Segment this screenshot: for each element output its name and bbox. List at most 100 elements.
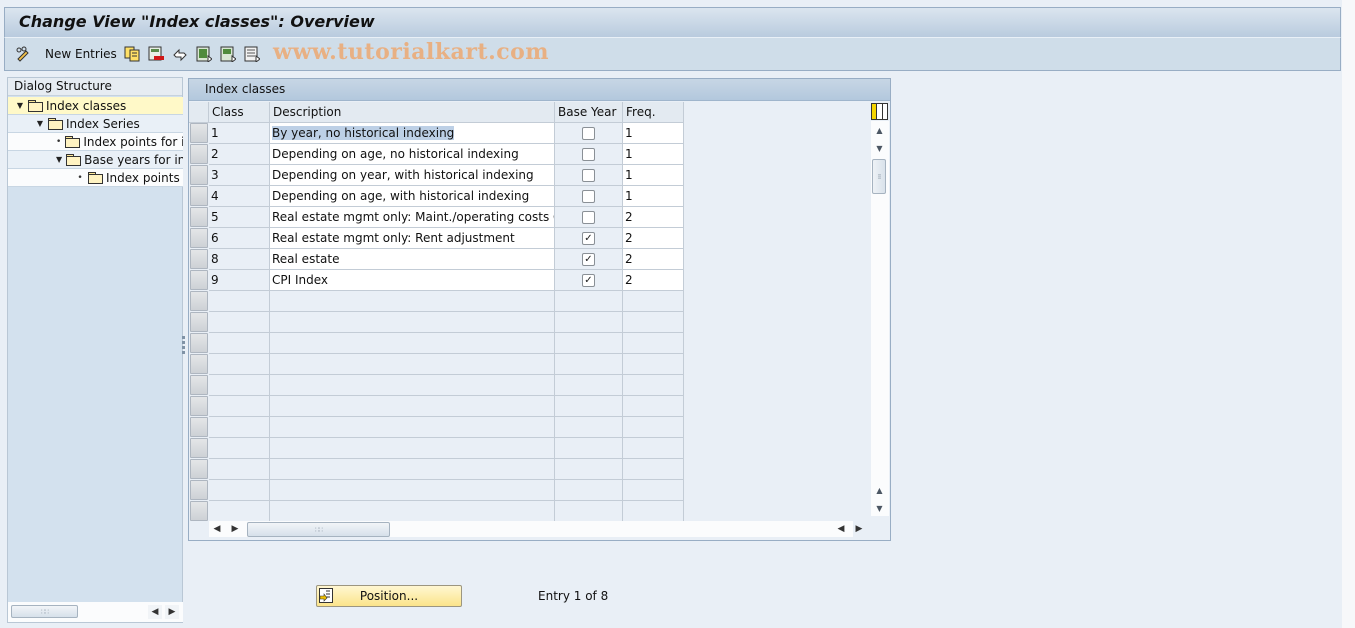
cell-freq[interactable]: 1 bbox=[623, 186, 684, 207]
horizontal-scrollbar-thumb[interactable]: ∷∷ bbox=[247, 522, 390, 537]
cell-class bbox=[209, 333, 270, 354]
cell-freq bbox=[623, 417, 684, 438]
scroll-left-icon[interactable]: ◀ bbox=[211, 521, 223, 537]
dialog-horizontal-scrollbar[interactable]: ∷∷ ◀ ▶ bbox=[8, 602, 183, 622]
tree-item-base-years[interactable]: ▼ Base years for inc bbox=[8, 151, 183, 169]
cell-description[interactable]: Depending on age, no historical indexing bbox=[270, 144, 555, 165]
tree-item-index-points[interactable]: • Index points bbox=[8, 169, 183, 187]
select-all-rows-corner[interactable] bbox=[189, 102, 209, 123]
row-selector[interactable] bbox=[190, 207, 208, 227]
base-year-checkbox[interactable] bbox=[582, 148, 595, 161]
copy-as-button[interactable] bbox=[124, 45, 140, 63]
change-display-button[interactable] bbox=[15, 45, 31, 63]
base-year-checkbox[interactable]: ✓ bbox=[582, 253, 595, 266]
panel-splitter[interactable] bbox=[181, 336, 187, 360]
cell-freq[interactable]: 2 bbox=[623, 228, 684, 249]
base-year-checkbox[interactable] bbox=[582, 127, 595, 140]
cell-freq[interactable]: 1 bbox=[623, 123, 684, 144]
row-selector[interactable] bbox=[190, 270, 208, 290]
column-header-class[interactable]: Class bbox=[209, 102, 270, 123]
page-up-icon[interactable]: ▲ bbox=[872, 483, 887, 498]
vertical-scrollbar-thumb[interactable]: ⁞⁞ bbox=[872, 159, 886, 194]
row-selector[interactable] bbox=[190, 438, 208, 458]
cell-description bbox=[270, 375, 555, 396]
select-all-button[interactable] bbox=[196, 45, 213, 63]
base-year-checkbox[interactable] bbox=[582, 169, 595, 182]
cell-base-year bbox=[555, 165, 623, 186]
column-header-base-year[interactable]: Base Year bbox=[555, 102, 623, 123]
expand-arrow-icon[interactable]: ▼ bbox=[56, 155, 62, 164]
expand-arrow-icon[interactable]: ▼ bbox=[36, 119, 44, 128]
scroll-up-icon[interactable]: ▲ bbox=[872, 123, 887, 138]
table-vertical-scrollbar[interactable]: ▲ ▼ ⁞⁞ ▲ ▼ bbox=[871, 121, 889, 516]
cell-description[interactable]: Depending on year, with historical index… bbox=[270, 165, 555, 186]
base-year-checkbox[interactable]: ✓ bbox=[582, 274, 595, 287]
row-selector[interactable] bbox=[190, 123, 208, 143]
scroll-right-end-icon[interactable]: ▶ bbox=[853, 521, 865, 537]
cell-description[interactable]: Real estate bbox=[270, 249, 555, 270]
cell-freq[interactable]: 1 bbox=[623, 144, 684, 165]
base-year-checkbox[interactable] bbox=[582, 211, 595, 224]
cell-description[interactable]: By year, no historical indexing bbox=[270, 123, 555, 144]
table-settings-icon[interactable] bbox=[871, 103, 888, 120]
scroll-left-icon[interactable]: ◀ bbox=[148, 605, 162, 619]
cell-base-year bbox=[555, 438, 623, 459]
watermark: www.tutorialkart.com bbox=[273, 39, 550, 65]
cell-freq[interactable]: 2 bbox=[623, 207, 684, 228]
cell-description[interactable]: Depending on age, with historical indexi… bbox=[270, 186, 555, 207]
row-selector[interactable] bbox=[190, 501, 208, 521]
row-selector[interactable] bbox=[190, 333, 208, 353]
scroll-right-icon[interactable]: ▶ bbox=[165, 605, 179, 619]
tree-item-index-classes[interactable]: ▼ Index classes bbox=[8, 97, 183, 115]
expand-arrow-icon[interactable]: ▼ bbox=[16, 101, 24, 110]
cell-freq[interactable]: 1 bbox=[623, 165, 684, 186]
row-selector[interactable] bbox=[190, 165, 208, 185]
row-selector[interactable] bbox=[190, 249, 208, 269]
row-selector[interactable] bbox=[190, 312, 208, 332]
row-selector[interactable] bbox=[190, 396, 208, 416]
folder-open-icon bbox=[28, 100, 43, 112]
cell-freq[interactable]: 2 bbox=[623, 249, 684, 270]
delete-button[interactable] bbox=[148, 45, 164, 63]
cell-freq bbox=[623, 354, 684, 375]
row-selector[interactable] bbox=[190, 459, 208, 479]
row-selector[interactable] bbox=[190, 375, 208, 395]
scroll-right-icon[interactable]: ▶ bbox=[229, 521, 241, 537]
base-year-checkbox[interactable]: ✓ bbox=[582, 232, 595, 245]
copy-icon bbox=[124, 46, 140, 62]
cell-description[interactable]: Real estate mgmt only: Maint./operating … bbox=[270, 207, 555, 228]
scrollbar-thumb[interactable]: ∷∷ bbox=[11, 605, 78, 618]
cell-base-year bbox=[555, 480, 623, 501]
base-year-checkbox[interactable] bbox=[582, 190, 595, 203]
undo-change-button[interactable] bbox=[172, 45, 188, 63]
tree-item-index-points-for-index-series[interactable]: • Index points for i bbox=[8, 133, 183, 151]
new-entries-label: New Entries bbox=[45, 47, 117, 61]
row-selector[interactable] bbox=[190, 291, 208, 311]
cell-base-year: ✓ bbox=[555, 249, 623, 270]
column-header-description[interactable]: Description bbox=[270, 102, 555, 123]
tree-item-index-series[interactable]: ▼ Index Series bbox=[8, 115, 183, 133]
cell-base-year bbox=[555, 501, 623, 522]
row-selector[interactable] bbox=[190, 228, 208, 248]
cell-base-year bbox=[555, 333, 623, 354]
row-selector[interactable] bbox=[190, 354, 208, 374]
undo-arrow-icon bbox=[172, 46, 188, 62]
table-horizontal-scrollbar[interactable]: ◀ ▶ ∷∷ ◀ ▶ bbox=[209, 521, 862, 537]
position-button[interactable]: Position... bbox=[316, 585, 462, 607]
cell-description bbox=[270, 501, 555, 522]
select-block-button[interactable] bbox=[220, 45, 237, 63]
cell-description[interactable]: CPI Index bbox=[270, 270, 555, 291]
deselect-all-button[interactable] bbox=[244, 45, 261, 63]
cell-description bbox=[270, 396, 555, 417]
scroll-down-icon[interactable]: ▼ bbox=[872, 141, 887, 156]
row-selector[interactable] bbox=[190, 144, 208, 164]
page-down-icon[interactable]: ▼ bbox=[872, 501, 887, 516]
row-selector[interactable] bbox=[190, 186, 208, 206]
column-header-freq[interactable]: Freq. bbox=[623, 102, 684, 123]
cell-freq[interactable]: 2 bbox=[623, 270, 684, 291]
scroll-left-end-icon[interactable]: ◀ bbox=[835, 521, 847, 537]
row-selector[interactable] bbox=[190, 417, 208, 437]
cell-description[interactable]: Real estate mgmt only: Rent adjustment bbox=[270, 228, 555, 249]
new-entries-button[interactable]: New Entries bbox=[45, 45, 117, 63]
row-selector[interactable] bbox=[190, 480, 208, 500]
